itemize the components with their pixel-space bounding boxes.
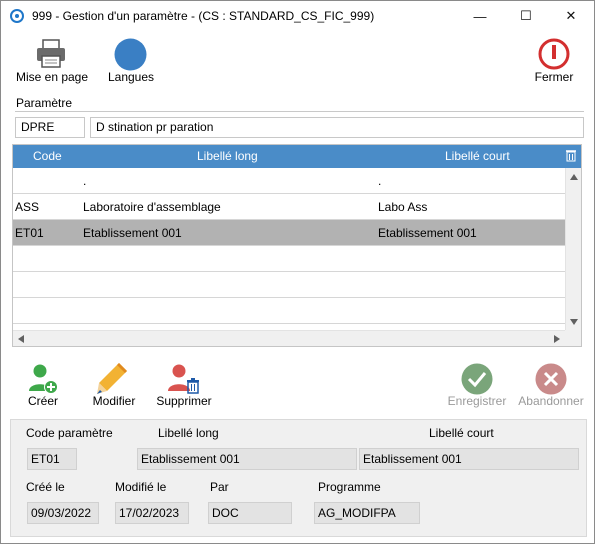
power-icon [538,38,570,70]
cell-long-label: . [83,174,87,188]
table-row[interactable] [13,246,565,272]
scrollbar-corner [565,330,581,346]
languages-button[interactable]: Langues [101,37,161,87]
save-button[interactable]: Enregistrer [443,361,511,409]
code-parameter-label: Code paramètre [26,426,113,440]
grid-header: Code Libellé long Libellé court [13,145,581,168]
parameter-section-label: Paramètre [16,96,73,110]
title-bar: 999 - Gestion d'un paramètre - (CS : STA… [1,1,594,31]
abandon-label: Abandonner [518,394,584,408]
abandon-button[interactable]: Abandonner [514,361,588,409]
minimize-button[interactable]: — [457,1,503,31]
pencil-icon [97,363,127,394]
maximize-button[interactable]: ☐ [503,1,549,31]
add-user-icon [29,364,58,394]
page-setup-label: Mise en page [15,70,89,84]
cell-code: ASS [15,200,40,214]
column-header-code[interactable]: Code [33,149,62,163]
long-label-label: Libellé long [158,426,219,440]
horizontal-scrollbar[interactable] [13,330,565,346]
close-window-button[interactable]: ✕ [548,1,594,31]
cell-short-label: . [378,174,382,188]
delete-label: Supprimer [156,394,212,408]
cell-short-label: Etablissement 001 [378,226,477,240]
table-row[interactable] [13,298,565,324]
program-label: Programme [318,480,381,494]
close-label: Fermer [534,70,574,84]
cell-short-label: Labo Ass [378,200,428,214]
modified-date-field[interactable]: 17/02/2023 [115,502,189,524]
globe-icon [114,38,147,71]
save-label: Enregistrer [447,394,507,408]
modify-label: Modifier [92,394,136,408]
column-header-long-label[interactable]: Libellé long [197,149,258,163]
detail-panel: Code paramètre Libellé long Libellé cour… [10,419,587,537]
table-row[interactable]: . . [13,168,565,194]
cell-long-label: Etablissement 001 [83,226,182,240]
parameter-code-field[interactable]: DPRE [15,117,85,138]
delete-user-icon [168,364,199,394]
scroll-left-icon[interactable] [18,335,24,343]
scroll-down-icon[interactable] [570,319,578,325]
parameter-window: 999 - Gestion d'un paramètre - (CS : STA… [0,0,595,544]
create-label: Créer [27,394,58,408]
created-date-field[interactable]: 09/03/2022 [27,502,99,524]
created-label: Créé le [26,480,65,494]
languages-label: Langues [107,70,155,84]
section-divider [15,111,584,112]
vertical-scrollbar[interactable] [565,168,581,332]
create-button[interactable]: Créer [18,361,68,409]
table-row[interactable] [13,272,565,298]
window-title: 999 - Gestion d'un paramètre - (CS : STA… [32,9,375,23]
table-row[interactable]: ASS Laboratoire d'assemblage Labo Ass [13,194,565,220]
by-label: Par [210,480,229,494]
short-label-label: Libellé court [429,426,494,440]
cancel-icon [535,363,567,395]
by-field[interactable]: DOC [208,502,292,524]
column-header-short-label[interactable]: Libellé court [445,149,510,163]
app-icon [10,9,24,23]
delete-button[interactable]: Supprimer [151,361,217,409]
modified-label: Modifié le [115,480,167,494]
scroll-up-icon[interactable] [570,174,578,180]
check-icon [461,363,493,395]
program-field[interactable]: AG_MODIFPA [314,502,420,524]
parameter-description-field[interactable]: D stination pr paration [90,117,584,138]
column-chooser-icon[interactable] [566,150,576,162]
parameter-grid: Code Libellé long Libellé court . . ASS … [12,144,582,347]
table-row-selected[interactable]: ET01 Etablissement 001 Etablissement 001 [13,220,565,246]
cell-long-label: Laboratoire d'assemblage [83,200,221,214]
modify-button[interactable]: Modifier [85,361,143,409]
page-setup-button[interactable]: Mise en page [9,37,95,87]
close-button[interactable]: Fermer [527,37,581,87]
short-label-field[interactable]: Etablissement 001 [359,448,579,470]
scroll-right-icon[interactable] [554,335,560,343]
cell-code: ET01 [15,226,44,240]
long-label-field[interactable]: Etablissement 001 [137,448,357,470]
printer-icon [37,39,65,68]
code-parameter-field[interactable]: ET01 [27,448,77,470]
